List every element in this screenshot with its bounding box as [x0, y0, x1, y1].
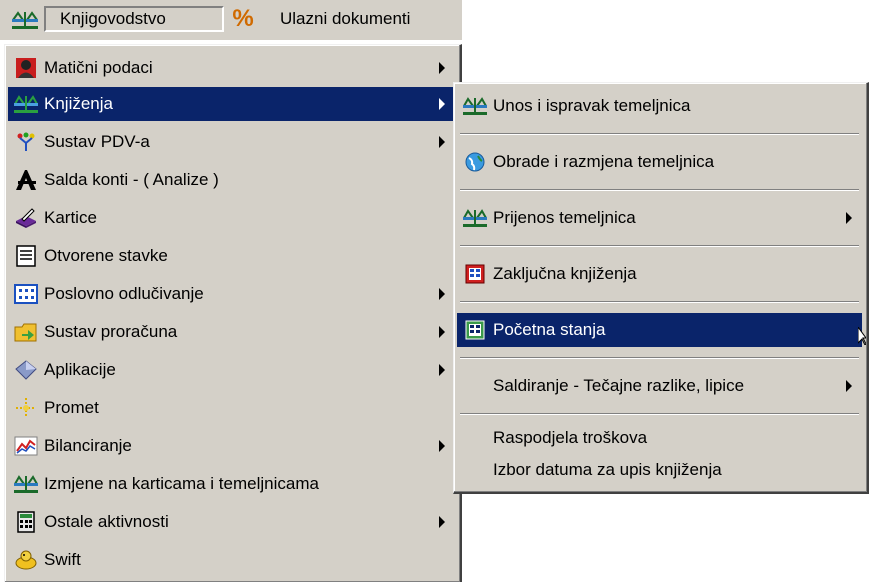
submenu-item-izbor-datuma[interactable]: Izbor datuma za upis knjiženja — [457, 453, 862, 487]
submenu-item-unos-ispravak[interactable]: Unos i ispravak temeljnica — [457, 89, 862, 123]
menu-item-poslovno-odlucivanje[interactable]: Poslovno odlučivanje — [8, 277, 455, 311]
submenu-item-raspodjela[interactable]: Raspodjela troškova — [457, 421, 862, 455]
scales-icon — [14, 475, 38, 493]
knjizenja-submenu: Unos i ispravak temeljnica Obrade i razm… — [453, 82, 869, 494]
menu-item-promet[interactable]: Promet — [8, 391, 455, 425]
menu-knjigovodstvo[interactable]: Knjigovodstvo — [44, 6, 224, 32]
menu-bar: Knjigovodstvo % Ulazni dokumenti — [0, 0, 462, 40]
chart-icon — [14, 436, 38, 456]
person-icon — [16, 58, 36, 78]
menu-separator — [460, 189, 859, 191]
calculator-icon — [17, 511, 35, 533]
menu-item-swift[interactable]: Swift — [8, 543, 455, 577]
menu-separator — [460, 301, 859, 303]
percent-icon: % — [232, 5, 254, 32]
submenu-arrow-icon — [439, 440, 445, 452]
submenu-item-saldiranje[interactable]: Saldiranje - Tečajne razlike, lipice — [457, 369, 862, 403]
scales-icon — [12, 11, 38, 29]
grid-icon — [14, 284, 38, 304]
scales-icon — [463, 209, 487, 227]
menu-item-ostale-aktivnosti[interactable]: Ostale aktivnosti — [8, 505, 455, 539]
submenu-item-obrade-razmjena[interactable]: Obrade i razmjena temeljnica — [457, 145, 862, 179]
submenu-arrow-icon — [439, 136, 445, 148]
menu-item-maticni-podaci[interactable]: Matični podaci — [8, 51, 455, 85]
submenu-arrow-icon — [439, 326, 445, 338]
mouse-cursor-icon — [858, 327, 866, 345]
menu-item-sustav-proracuna[interactable]: Sustav proračuna — [8, 315, 455, 349]
document-icon — [16, 245, 36, 267]
submenu-arrow-icon — [439, 62, 445, 74]
tax-icon — [17, 132, 35, 151]
menu-separator — [460, 413, 859, 415]
menu-separator — [460, 357, 859, 359]
menu-item-otvorene-stavke[interactable]: Otvorene stavke — [8, 239, 455, 273]
submenu-arrow-icon — [439, 364, 445, 376]
arrows-icon — [16, 398, 36, 418]
budget-icon — [14, 323, 37, 342]
menu-item-izmjene[interactable]: Izmjene na karticama i temeljnicama — [8, 467, 455, 501]
menu-item-salda-konti[interactable]: Salda konti - ( Analize ) — [8, 163, 455, 197]
globe-icon — [465, 152, 485, 172]
scales-icon — [463, 97, 487, 115]
menu-item-knjizenja[interactable]: Knjiženja — [8, 87, 455, 121]
menu-separator — [460, 133, 859, 135]
menu-item-sustav-pdv[interactable]: Sustav PDV-a — [8, 125, 455, 159]
menu-item-aplikacije[interactable]: Aplikacije — [8, 353, 455, 387]
menu-item-kartice[interactable]: Kartice — [8, 201, 455, 235]
ledger-icon — [465, 320, 485, 340]
knjigovodstvo-menu: Matični podaci Knjiženja Sustav PDV-a Sa… — [4, 44, 462, 582]
submenu-item-zakljucna[interactable]: Zaključna knjiženja — [457, 257, 862, 291]
cards-icon — [16, 208, 36, 228]
apps-icon — [15, 360, 37, 380]
submenu-arrow-icon — [846, 380, 852, 392]
submenu-arrow-icon — [846, 212, 852, 224]
menu-separator — [460, 245, 859, 247]
submenu-arrow-icon — [439, 288, 445, 300]
scales-icon — [14, 95, 38, 113]
swift-icon — [15, 550, 37, 570]
submenu-item-pocetna-stanja[interactable]: Početna stanja — [457, 313, 866, 347]
submenu-arrow-icon — [439, 516, 445, 528]
analysis-icon — [16, 170, 36, 190]
submenu-arrow-icon — [439, 98, 445, 110]
submenu-item-prijenos[interactable]: Prijenos temeljnica — [457, 201, 862, 235]
ledger-icon — [465, 264, 485, 284]
menu-item-bilanciranje[interactable]: Bilanciranje — [8, 429, 455, 463]
menu-ulazni-dokumenti[interactable]: Ulazni dokumenti — [272, 6, 418, 32]
